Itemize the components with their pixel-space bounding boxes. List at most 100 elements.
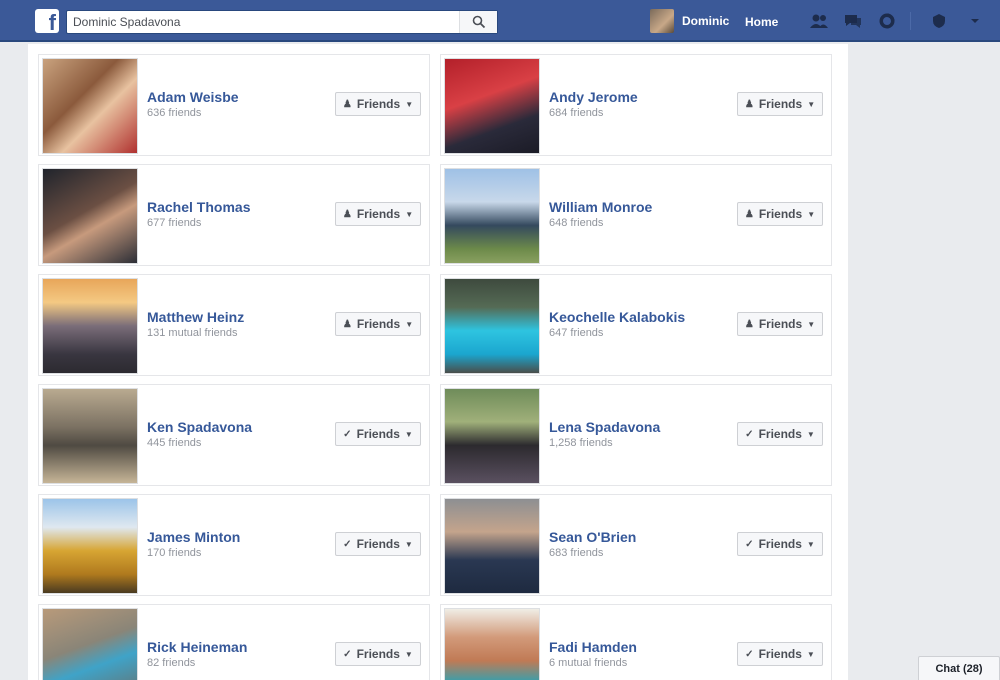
friends-status-button[interactable]: ✓ Friends ▼ [737, 642, 823, 666]
friends-status-button[interactable]: ♟ Friends ▼ [335, 92, 421, 116]
friends-button-label: Friends [758, 207, 803, 221]
friend-card: Keochelle Kalabokis 647 friends ♟ Friends ▼ [430, 264, 832, 376]
home-link[interactable]: Home [745, 15, 778, 29]
friend-profile-photo[interactable] [42, 498, 138, 594]
friend-card: Adam Weisbe 636 friends ♟ Friends ▼ [28, 44, 430, 156]
friends-status-button[interactable]: ✓ Friends ▼ [737, 422, 823, 446]
friends-button-label: Friends [758, 647, 802, 661]
friends-status-button[interactable]: ♟ Friends ▼ [737, 92, 823, 116]
friends-status-button[interactable]: ✓ Friends ▼ [737, 532, 823, 556]
friend-profile-photo[interactable] [444, 608, 540, 680]
check-icon: ✓ [343, 538, 352, 550]
friend-count-text: 131 mutual friends [147, 327, 238, 339]
person-icon: ♟ [744, 208, 754, 220]
person-icon: ♟ [342, 318, 352, 330]
chevron-down-icon: ▼ [404, 539, 413, 549]
chevron-down-icon: ▼ [405, 99, 414, 109]
friend-profile-photo[interactable] [444, 388, 540, 484]
check-icon: ✓ [745, 538, 754, 550]
messages-icon[interactable] [842, 11, 864, 31]
friend-count-text: 6 mutual friends [549, 657, 628, 669]
friends-button-label: Friends [356, 97, 401, 111]
friend-profile-photo[interactable] [444, 168, 540, 264]
friend-name-link[interactable]: Lena Spadavona [549, 419, 660, 435]
search-input[interactable] [73, 13, 463, 31]
friend-name-link[interactable]: Sean O'Brien [549, 529, 636, 545]
friend-card-body: Keochelle Kalabokis 647 friends ♟ Friends ▼ [440, 274, 832, 376]
friend-card-body: William Monroe 648 friends ♟ Friends ▼ [440, 164, 832, 266]
friend-count-text: 677 friends [147, 217, 202, 229]
friend-name-link[interactable]: Matthew Heinz [147, 309, 244, 325]
friend-card: James Minton 170 friends ✓ Friends ▼ [28, 484, 430, 596]
friend-card-body: Rachel Thomas 677 friends ♟ Friends ▼ [38, 164, 430, 266]
friends-button-label: Friends [356, 537, 400, 551]
friends-button-label: Friends [758, 97, 803, 111]
chevron-down-icon: ▼ [807, 209, 816, 219]
privacy-icon[interactable] [928, 11, 950, 31]
friends-status-button[interactable]: ♟ Friends ▼ [335, 202, 421, 226]
friend-name-link[interactable]: James Minton [147, 529, 240, 545]
friend-name-link[interactable]: William Monroe [549, 199, 652, 215]
friend-count-text: 683 friends [549, 547, 604, 559]
friends-button-label: Friends [356, 317, 401, 331]
friend-name-link[interactable]: Adam Weisbe [147, 89, 239, 105]
friend-count-text: 82 friends [147, 657, 196, 669]
person-icon: ♟ [744, 98, 754, 110]
friend-card-body: Andy Jerome 684 friends ♟ Friends ▼ [440, 54, 832, 156]
friends-status-button[interactable]: ✓ Friends ▼ [335, 642, 421, 666]
friend-profile-photo[interactable] [42, 608, 138, 680]
check-icon: ✓ [745, 428, 754, 440]
friend-card-body: Matthew Heinz 131 mutual friends ♟ Friends ▼ [38, 274, 430, 376]
friend-name-link[interactable]: Keochelle Kalabokis [549, 309, 685, 325]
friend-profile-photo[interactable] [42, 58, 138, 154]
chat-tab[interactable]: Chat (28) [918, 656, 1000, 680]
friend-profile-photo[interactable] [42, 278, 138, 374]
friend-card: Matthew Heinz 131 mutual friends ♟ Friends ▼ [28, 264, 430, 376]
friend-requests-icon[interactable] [808, 11, 830, 31]
friends-status-button[interactable]: ♟ Friends ▼ [335, 312, 421, 336]
friend-profile-photo[interactable] [444, 498, 540, 594]
friend-count-text: 647 friends [549, 327, 604, 339]
chevron-down-icon: ▼ [807, 99, 816, 109]
chevron-down-icon: ▼ [405, 319, 414, 329]
friend-card-body: Rick Heineman 82 friends ✓ Friends ▼ [38, 604, 430, 680]
check-icon: ✓ [343, 648, 352, 660]
friend-card: Rachel Thomas 677 friends ♟ Friends ▼ [28, 154, 430, 266]
notifications-icon[interactable] [876, 11, 898, 31]
chevron-down-icon: ▼ [806, 539, 815, 549]
friend-count-text: 684 friends [549, 107, 604, 119]
friend-name-link[interactable]: Ken Spadavona [147, 419, 252, 435]
search-box [66, 10, 498, 34]
friend-profile-photo[interactable] [444, 278, 540, 374]
friend-card-body: James Minton 170 friends ✓ Friends ▼ [38, 494, 430, 596]
friend-count-text: 636 friends [147, 107, 202, 119]
friend-profile-photo[interactable] [42, 168, 138, 264]
profile-link[interactable]: Dominic [650, 9, 729, 33]
divider [910, 12, 911, 30]
friends-status-button[interactable]: ♟ Friends ▼ [737, 312, 823, 336]
friends-status-button[interactable]: ✓ Friends ▼ [335, 532, 421, 556]
friend-profile-photo[interactable] [42, 388, 138, 484]
friend-card: Fadi Hamden 6 mutual friends ✓ Friends ▼ [430, 594, 832, 680]
friends-status-button[interactable]: ♟ Friends ▼ [737, 202, 823, 226]
friend-card: Ken Spadavona 445 friends ✓ Friends ▼ [28, 374, 430, 486]
chevron-down-icon: ▼ [404, 649, 413, 659]
friend-name-link[interactable]: Rick Heineman [147, 639, 247, 655]
friend-card-body: Lena Spadavona 1,258 friends ✓ Friends ▼ [440, 384, 832, 486]
chevron-down-icon: ▼ [404, 429, 413, 439]
facebook-logo-icon[interactable]: f [35, 9, 59, 33]
friends-button-label: Friends [356, 427, 400, 441]
search-icon [472, 15, 485, 29]
friend-name-link[interactable]: Fadi Hamden [549, 639, 637, 655]
friend-card: Sean O'Brien 683 friends ✓ Friends ▼ [430, 484, 832, 596]
friend-profile-photo[interactable] [444, 58, 540, 154]
friend-name-link[interactable]: Rachel Thomas [147, 199, 250, 215]
friend-card-body: Ken Spadavona 445 friends ✓ Friends ▼ [38, 384, 430, 486]
account-menu-icon[interactable] [964, 11, 986, 31]
friend-name-link[interactable]: Andy Jerome [549, 89, 638, 105]
friend-card: Rick Heineman 82 friends ✓ Friends ▼ [28, 594, 430, 680]
search-button[interactable] [459, 11, 497, 33]
avatar [650, 9, 674, 33]
chevron-down-icon: ▼ [806, 649, 815, 659]
friends-status-button[interactable]: ✓ Friends ▼ [335, 422, 421, 446]
